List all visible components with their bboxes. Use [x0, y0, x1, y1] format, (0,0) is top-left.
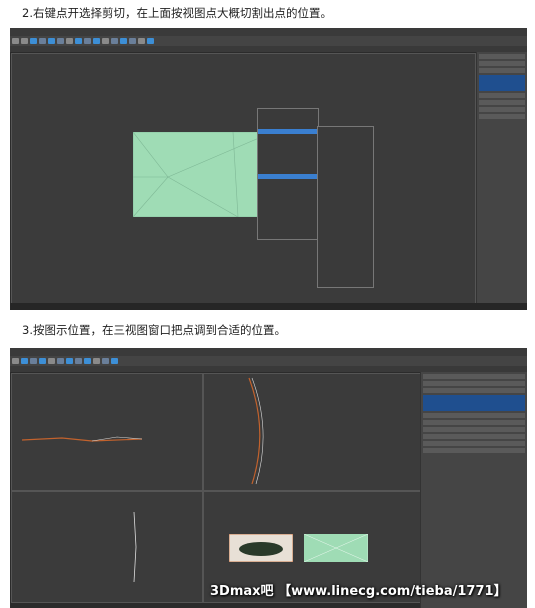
modifier-stack[interactable]: [479, 75, 525, 91]
screenshot-2: [10, 348, 527, 608]
context-menu[interactable]: [257, 108, 319, 240]
car-image-plane: [229, 534, 293, 562]
main-toolbar: [10, 36, 527, 46]
viewport-front[interactable]: [11, 53, 476, 305]
modifier-stack[interactable]: [423, 395, 525, 411]
menu-item-cut[interactable]: [258, 174, 318, 179]
step-2-text: 2.右键点开选择剪切，在上面按视图点大概切割出点的位置。: [22, 6, 332, 20]
viewport-top[interactable]: [11, 373, 203, 491]
watermark-caption: 3Dmax吧 【www.linecg.com/tieba/1771】: [210, 584, 507, 599]
spline-left: [248, 377, 264, 485]
status-bar: [10, 303, 527, 310]
titlebar: [10, 348, 527, 356]
step-3-text: 3.按图示位置，在三视图窗口把点调到合适的位置。: [22, 323, 286, 337]
viewport-front-2[interactable]: [11, 491, 203, 603]
command-panel[interactable]: [420, 372, 527, 608]
submenu[interactable]: [317, 126, 374, 288]
viewport-left[interactable]: [203, 373, 421, 491]
spline-top: [22, 436, 142, 442]
spline-front: [133, 512, 137, 582]
command-panel[interactable]: [476, 52, 527, 310]
titlebar: [10, 28, 527, 36]
main-toolbar: [10, 356, 527, 366]
ribbon: [10, 46, 527, 52]
screenshot-1: [10, 28, 527, 310]
mesh-plane[interactable]: [133, 132, 273, 217]
mesh-plane-2: [304, 534, 368, 562]
